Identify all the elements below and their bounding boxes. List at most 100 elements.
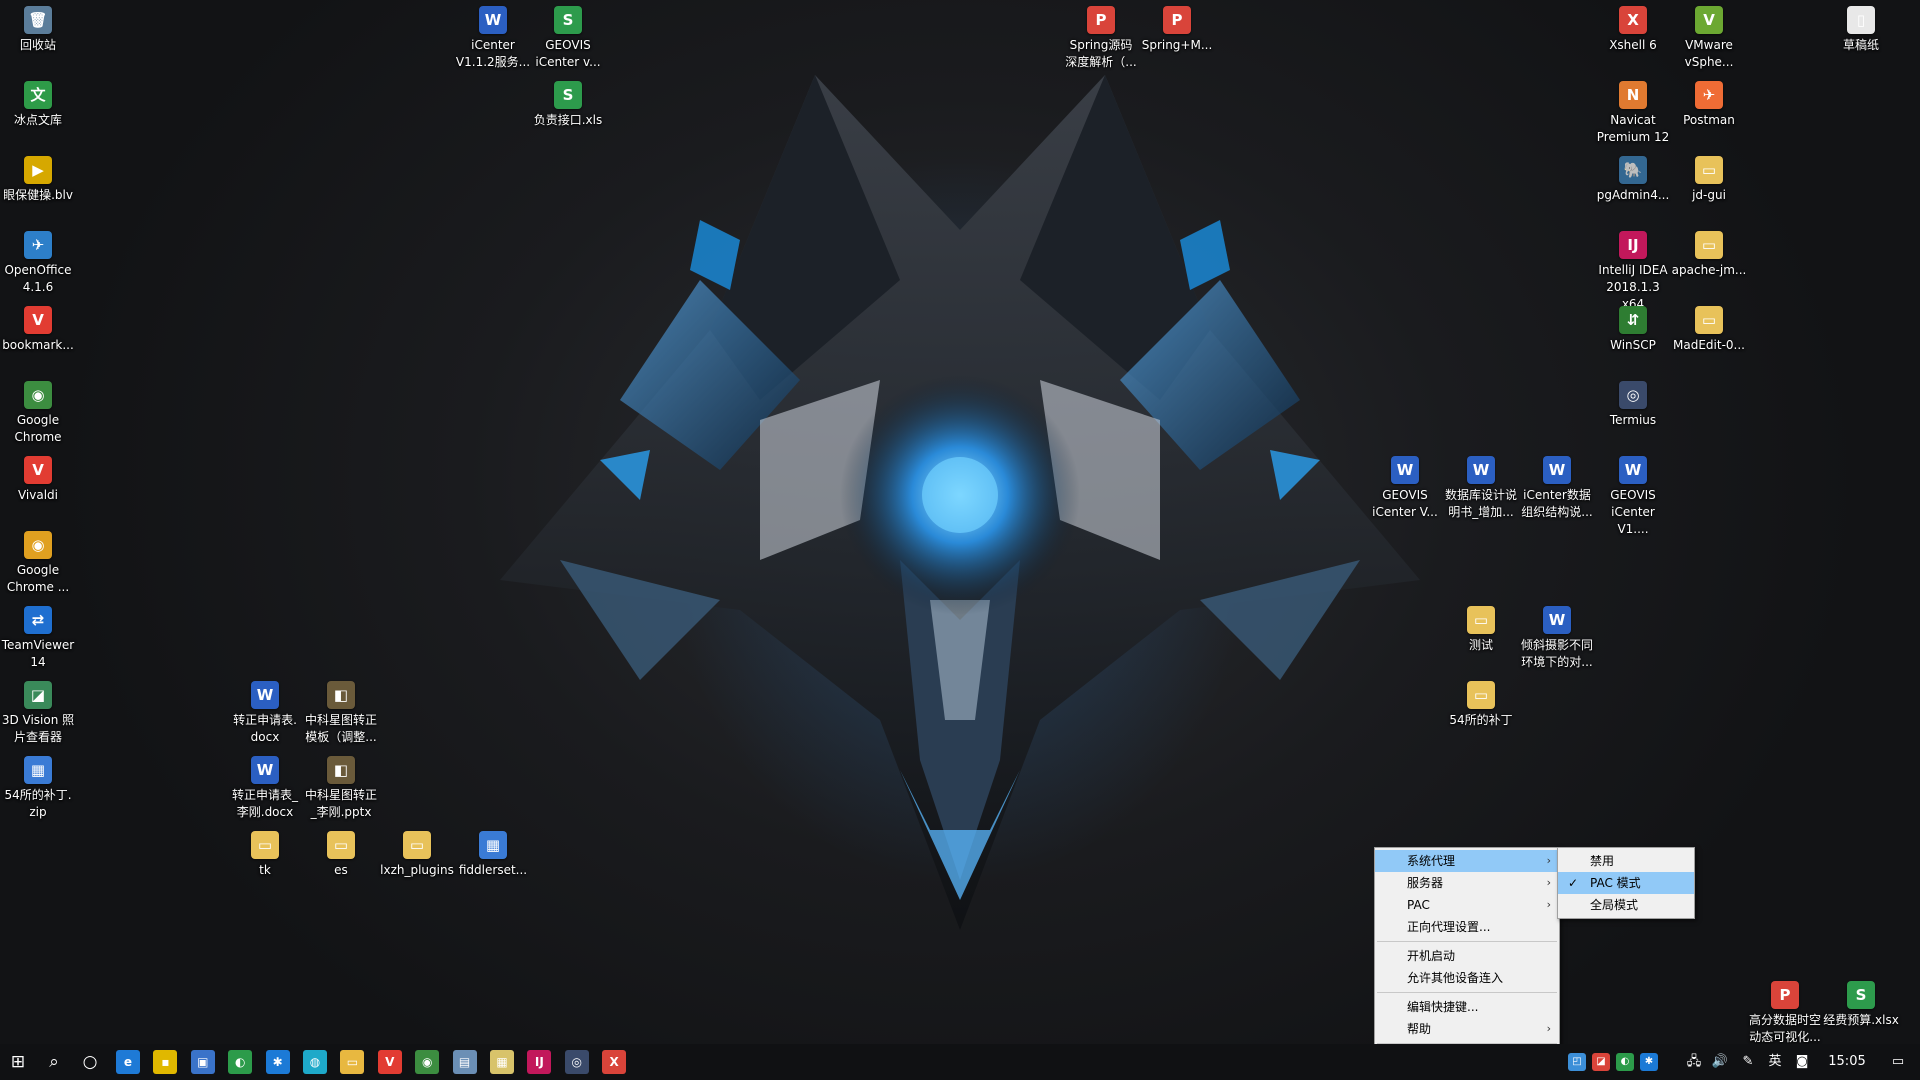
desktop-icon[interactable]: S 经费预算.xlsx (1823, 975, 1899, 1029)
menu-item-system-proxy[interactable]: 系统代理 › (1375, 850, 1559, 872)
file-icon: S (554, 81, 582, 109)
taskbar-app-vivaldi[interactable]: V (377, 1050, 402, 1074)
desktop-icon-label: Spring源码 深度解析（... (1065, 38, 1137, 69)
desktop-icon[interactable]: N Navicat Premium 12 (1595, 75, 1671, 146)
submenu-item-label: 全局模式 (1590, 898, 1639, 912)
desktop-icon[interactable]: W 转正申请表. docx (227, 675, 303, 746)
desktop-icon[interactable]: ◧ 中科星图转正 模板（调整... (303, 675, 379, 746)
input-method-indicator[interactable]: 英 (1762, 1044, 1788, 1080)
menu-item-help[interactable]: 帮助 › (1375, 1018, 1559, 1040)
desktop-icon[interactable]: ▭ apache-jm... (1671, 225, 1747, 279)
desktop-icon[interactable]: P Spring源码 深度解析（... (1063, 0, 1139, 71)
menu-item-edit-hotkeys[interactable]: 编辑快捷键... (1375, 996, 1559, 1018)
desktop[interactable]: 🗑 回收站文冰点文库 ▶ 眼保健操.blv ✈ OpenOffice 4.1.6 Vbook… (0, 0, 1920, 1044)
menu-item-forward-proxy-settings[interactable]: 正向代理设置... (1375, 916, 1559, 938)
desktop-icon[interactable]: ◪ 3D Vision 照 片查看器 (0, 675, 76, 746)
file-icon: ▭ (1467, 606, 1495, 634)
taskbar-app-xshell[interactable]: X (602, 1050, 627, 1074)
desktop-icon[interactable]: ▭ jd-gui (1671, 150, 1747, 204)
menu-item-pac[interactable]: PAC › (1375, 894, 1559, 916)
desktop-icon[interactable]: ◉ Google Chrome (0, 375, 76, 446)
desktop-icon[interactable]: ✈ Postman (1671, 75, 1747, 129)
desktop-icon[interactable]: P Spring+M... (1139, 0, 1215, 54)
cortana-button[interactable]: ○ (72, 1044, 108, 1080)
desktop-icon[interactable]: ▭ es (303, 825, 379, 879)
desktop-icon[interactable]: 文冰点文库 (0, 75, 76, 129)
submenu-item-disable[interactable]: 禁用 (1558, 850, 1694, 872)
file-icon: S (1847, 981, 1875, 1009)
taskbar-app-photos[interactable]: ▣ (190, 1050, 215, 1074)
desktop-icon-label: 中科星图转正 _李刚.pptx (304, 788, 377, 819)
desktop-icon[interactable]: 🗑 回收站 (0, 0, 76, 54)
menu-item-server[interactable]: 服务器 › (1375, 872, 1559, 894)
menu-item-start-on-boot[interactable]: 开机启动 (1375, 945, 1559, 967)
desktop-icon[interactable]: ◉ Google Chrome ... (0, 525, 76, 596)
desktop-icon-label: Google Chrome ... (6, 563, 70, 594)
desktop-icon[interactable]: V Vivaldi (0, 450, 76, 504)
taskbar-app-intellij[interactable]: IJ (527, 1050, 552, 1074)
file-icon: ▯ (1847, 6, 1875, 34)
submenu-item-pac-mode[interactable]: ✓ PAC 模式 (1558, 872, 1694, 894)
pen-icon[interactable]: ✎ (1734, 1044, 1762, 1080)
desktop-icon[interactable]: ⇄ TeamViewer 14 (0, 600, 76, 671)
taskbar-app-notepad[interactable]: ▤ (452, 1050, 477, 1074)
desktop-icon[interactable]: Vbookmark... (0, 300, 76, 354)
menu-item-allow-other-devices[interactable]: 允许其他设备连入 (1375, 967, 1559, 989)
taskbar-app-sticky-notes[interactable]: ▪ (153, 1050, 178, 1074)
menu-item-label: 帮助 (1407, 1022, 1432, 1036)
search-button[interactable]: ⌕ (36, 1044, 72, 1080)
file-icon: P (1771, 981, 1799, 1009)
input-method-icon[interactable]: ◙ (1788, 1044, 1816, 1080)
desktop-icon[interactable]: ▦ fiddlerset... (455, 825, 531, 879)
desktop-icon[interactable]: V VMware vSphe... (1671, 0, 1747, 71)
action-center-icon[interactable]: ▭ (1878, 1044, 1918, 1080)
taskbar-app-file-explorer[interactable]: ▭ (340, 1050, 365, 1074)
tray-app-2-icon[interactable]: ◪ (1592, 1053, 1610, 1071)
desktop-icon[interactable]: ▯ 草稿纸 (1823, 0, 1899, 54)
desktop-icon[interactable]: W 倾斜摄影不同 环境下的对... (1519, 600, 1595, 671)
taskbar-app-notes-app[interactable]: ▦ (490, 1050, 514, 1074)
taskbar-app-shortcut[interactable]: ✱ (265, 1050, 290, 1074)
taskbar-app-termius[interactable]: ◎ (564, 1050, 589, 1074)
desktop-icon[interactable]: ▭ lxzh_plugins (379, 825, 455, 879)
submenu-item-global-mode[interactable]: 全局模式 (1558, 894, 1694, 916)
desktop-icon[interactable]: ▦ 54所的补丁. zip (0, 750, 76, 821)
desktop-icon[interactable]: ▭ tk (227, 825, 303, 879)
desktop-icon[interactable]: ⇵ WinSCP (1595, 300, 1671, 354)
desktop-icon[interactable]: ✈ OpenOffice 4.1.6 (0, 225, 76, 296)
network-icon[interactable]: 🖧 (1680, 1044, 1708, 1080)
desktop-icon[interactable]: ▭ MadEdit-0... (1671, 300, 1747, 354)
taskbar-app-feedback[interactable]: ◍ (303, 1050, 327, 1074)
desktop-icon[interactable]: P 高分数据时空 动态可视化... (1747, 975, 1823, 1044)
tray-app-1-icon[interactable]: ◰ (1568, 1053, 1586, 1071)
desktop-icon[interactable]: S GEOVIS iCenter v... (530, 0, 606, 71)
tray-app-3-icon[interactable]: ◐ (1616, 1053, 1634, 1071)
start-button[interactable]: ⊞ (0, 1044, 36, 1080)
taskbar-app-chat[interactable]: ◐ (228, 1050, 253, 1074)
volume-icon[interactable]: 🔊 (1706, 1044, 1734, 1080)
desktop-icon-label: Postman (1683, 113, 1735, 127)
desktop-icon[interactable]: ◎ Termius (1595, 375, 1671, 429)
file-icon: ✈ (1695, 81, 1723, 109)
desktop-icon[interactable]: X Xshell 6 (1595, 0, 1671, 54)
desktop-icon[interactable]: W 转正申请表_ 李刚.docx (227, 750, 303, 821)
desktop-icon-label: 3D Vision 照 片查看器 (1, 713, 75, 744)
desktop-icon[interactable]: WiCenter数据 组织结构说... (1519, 450, 1595, 521)
desktop-icon[interactable]: ◧ 中科星图转正 _李刚.pptx (303, 750, 379, 821)
file-icon: ⇄ (24, 606, 52, 634)
desktop-icon[interactable]: ▶ 眼保健操.blv (0, 150, 76, 204)
desktop-icon[interactable]: W 数据库设计说 明书_增加... (1443, 450, 1519, 521)
desktop-icon[interactable]: ▭ 54所的补丁 (1443, 675, 1519, 729)
desktop-icon[interactable]: 🐘 pgAdmin4... (1595, 150, 1671, 204)
tray-app-4-icon[interactable]: ✱ (1640, 1053, 1658, 1071)
desktop-icon[interactable]: W GEOVIS iCenter V... (1367, 450, 1443, 521)
desktop-icon[interactable]: ▭ 测试 (1443, 600, 1519, 654)
desktop-icon[interactable]: S 负责接口.xls (530, 75, 606, 129)
file-icon: ◉ (24, 531, 52, 559)
desktop-icon-label: iCenter数据 组织结构说... (1521, 488, 1593, 519)
taskbar-app-edge[interactable]: e (116, 1050, 140, 1074)
taskbar-app-chrome[interactable]: ◉ (415, 1050, 440, 1074)
clock-time[interactable]: 15:05 (1818, 1044, 1876, 1080)
desktop-icon[interactable]: WiCenter V1.1.2服务... (455, 0, 531, 71)
desktop-icon[interactable]: W GEOVIS iCenter V1.... (1595, 450, 1671, 538)
